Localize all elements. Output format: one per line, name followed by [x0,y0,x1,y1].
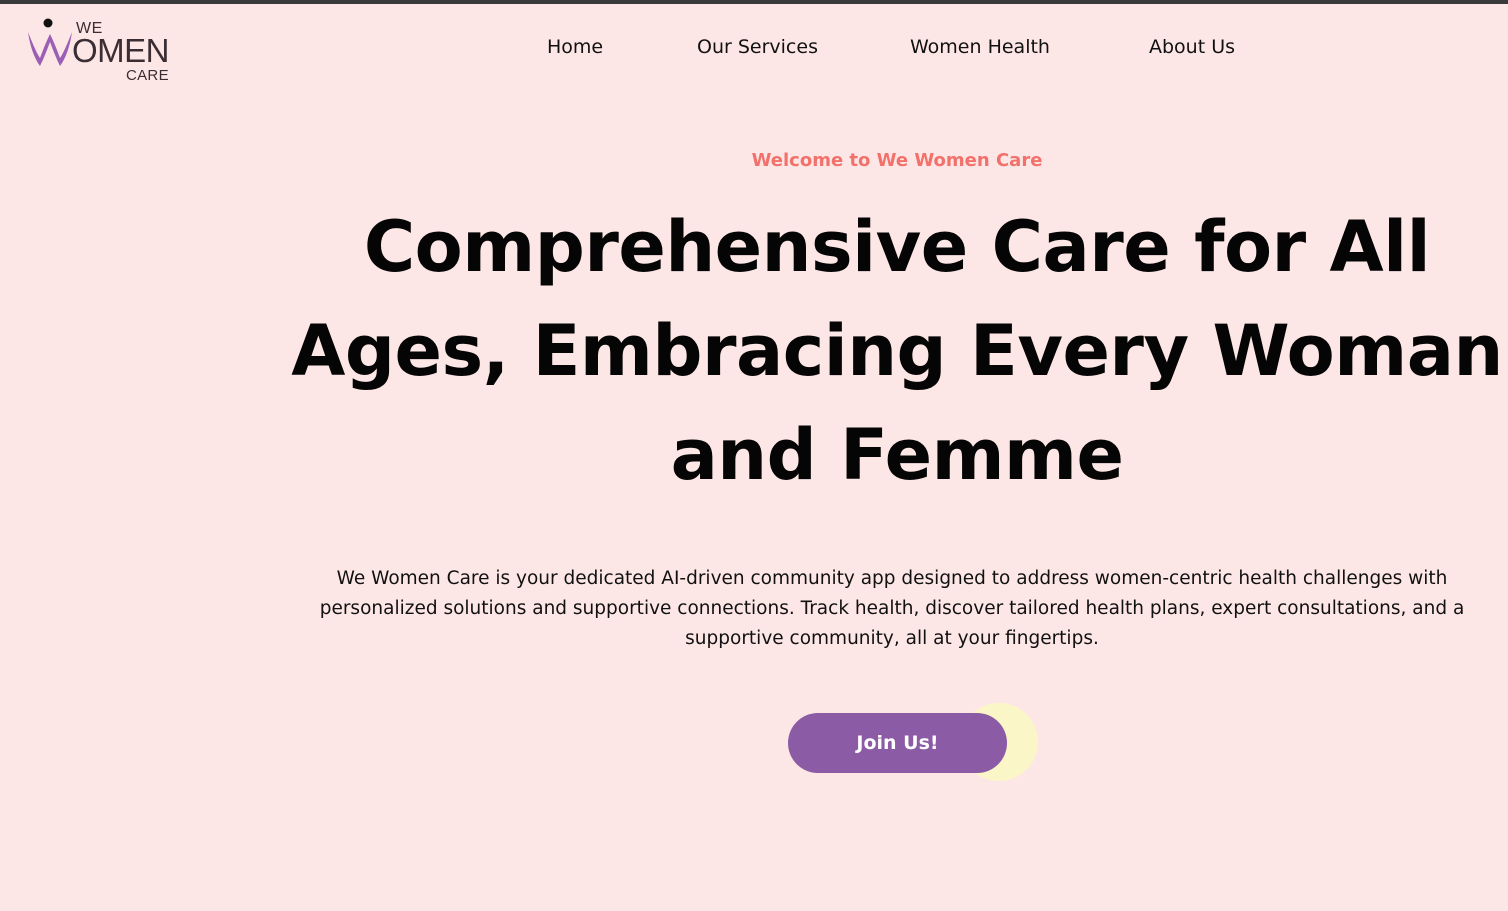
logo-text-care: CARE [126,67,169,84]
page: WE OMEN CARE Home Our Services Women Hea… [0,0,1508,911]
hero-description: We Women Care is your dedicated AI-drive… [319,568,1465,649]
nav-link-our-services[interactable]: Our Services [697,36,818,58]
hero-eyebrow: Welcome to We Women Care [751,150,1043,171]
join-us-button[interactable]: Join Us! [788,713,1007,773]
nav-link-women-health[interactable]: Women Health [910,36,1050,58]
cta-container: Join Us! [788,703,1048,783]
nav-link-home[interactable]: Home [547,36,603,58]
nav-link-about-us[interactable]: About Us [1149,36,1235,58]
main-nav: Home Our Services Women Health About Us [0,36,1508,66]
window-top-border [0,0,1508,4]
hero-headline: Comprehensive Care for All Ages, Embraci… [291,206,1503,496]
